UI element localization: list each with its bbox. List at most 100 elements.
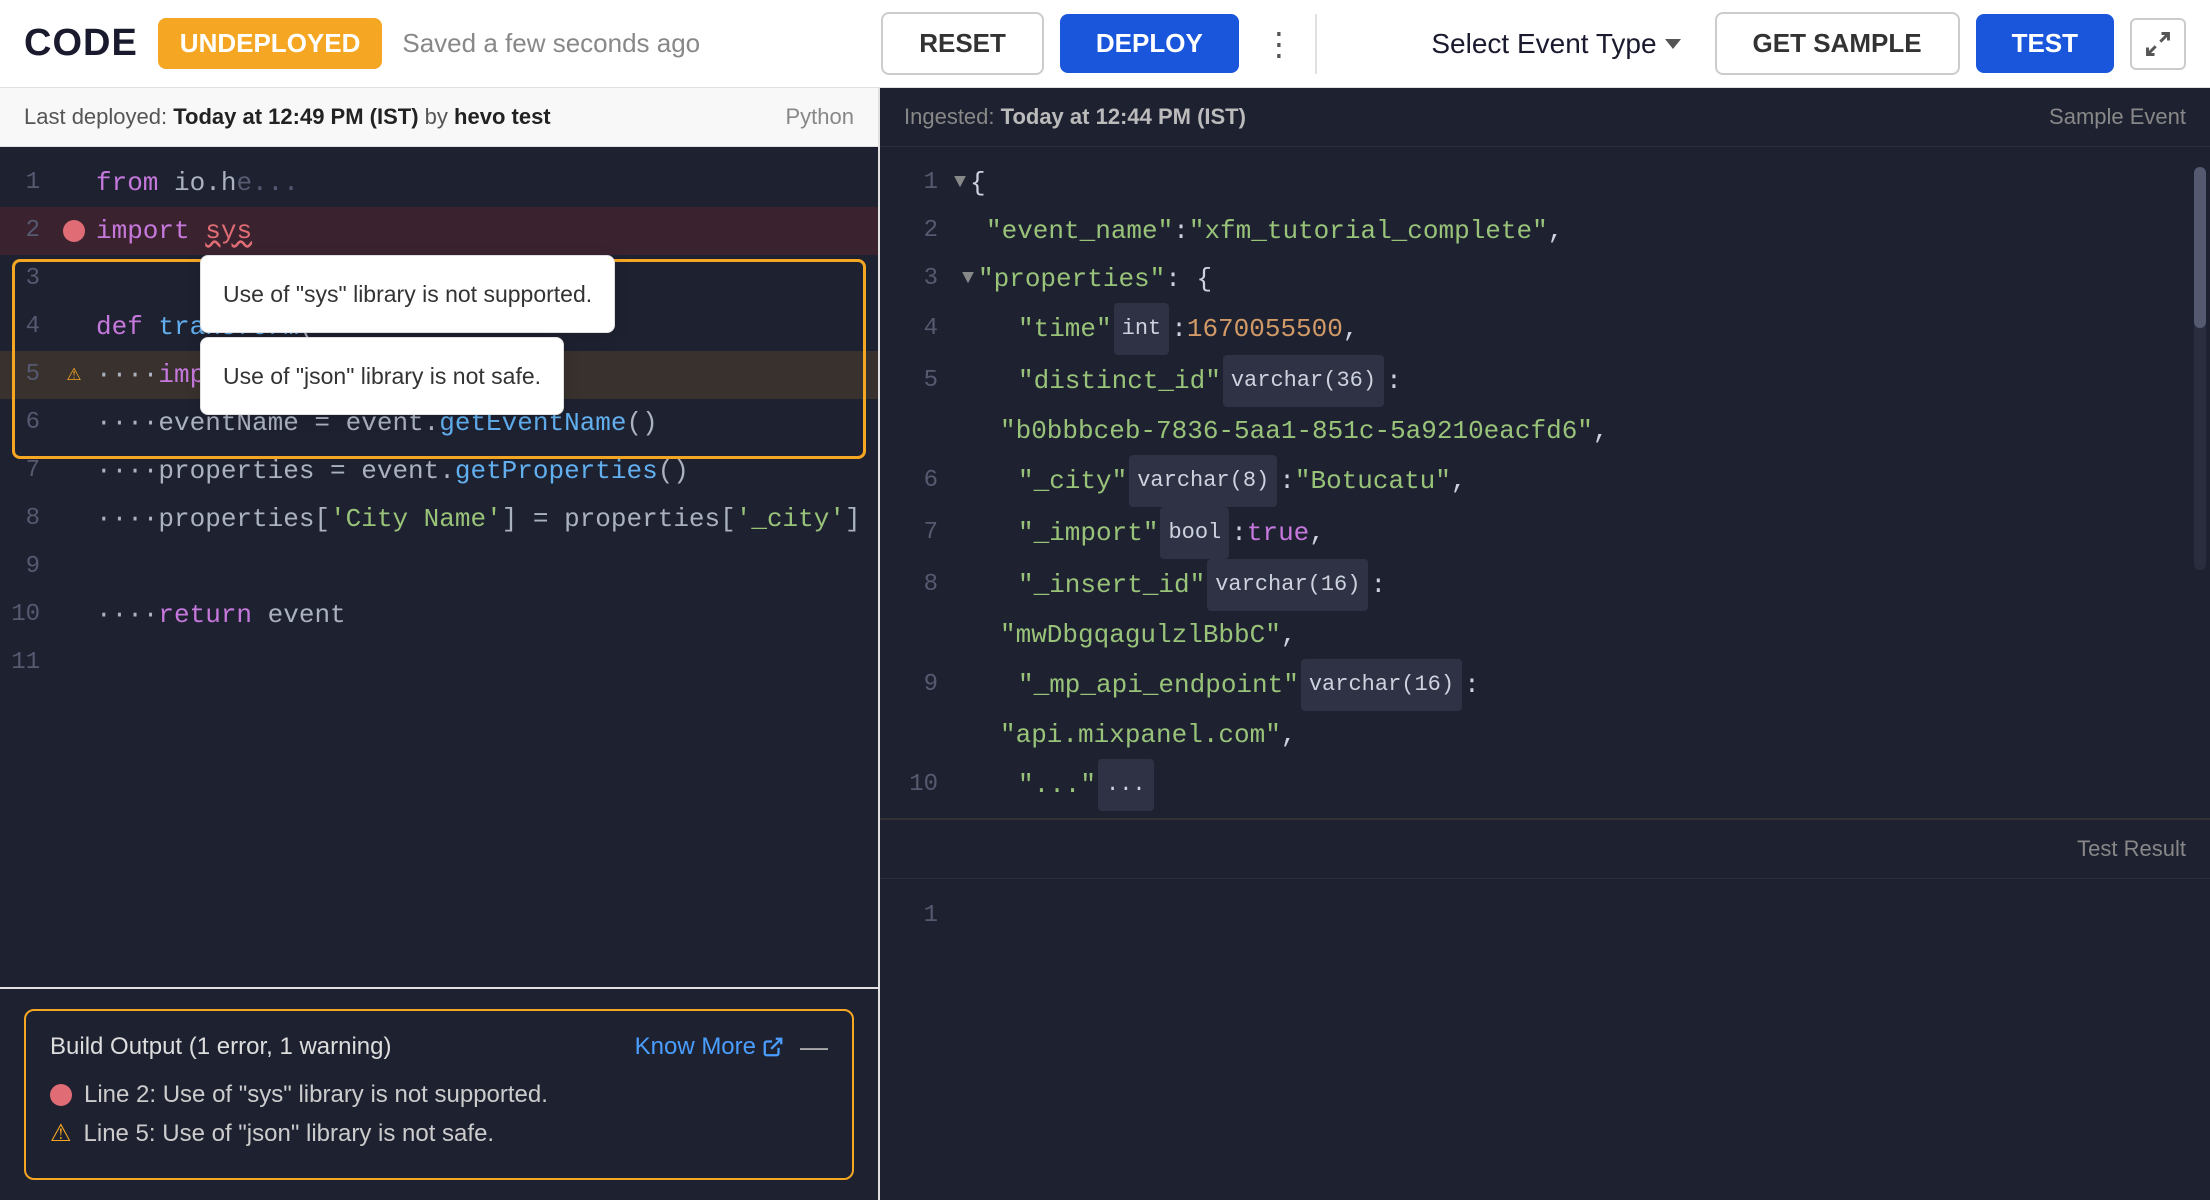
chevron-down-icon <box>1665 39 1681 49</box>
line-number-11: 11 <box>0 639 60 687</box>
divider <box>1315 14 1317 74</box>
left-panel: Last deployed: Today at 12:49 PM (IST) b… <box>0 88 880 1200</box>
json-line-10: 10 "..." ... <box>880 759 2210 811</box>
saved-text: Saved a few seconds ago <box>402 28 700 59</box>
test-result-header: Test Result <box>880 820 2210 879</box>
json-line-8b: "mwDbgqagulzlBbbC" , <box>880 611 2210 659</box>
code-line-1: 1 from io.he... <box>0 159 878 207</box>
external-link-icon <box>762 1036 784 1058</box>
test-button[interactable]: TEST <box>1976 14 2114 73</box>
line-number-7: 7 <box>0 447 60 495</box>
type-badge-int: int <box>1114 303 1170 355</box>
code-line-9: 9 <box>0 543 878 591</box>
json-viewer[interactable]: 1 ▼ { 2 "event_name" : "xfm_tutorial_com… <box>880 147 2210 818</box>
json-line-9b: "api.mixpanel.com" , <box>880 711 2210 759</box>
main-content: Last deployed: Today at 12:49 PM (IST) b… <box>0 88 2210 1200</box>
line-content-1: from io.he... <box>96 159 858 207</box>
code-line-7: 7 ····properties = event.getProperties() <box>0 447 878 495</box>
json-line-5: 5 "distinct_id" varchar(36) : <box>880 355 2210 407</box>
top-bar-right: Select Event Type GET SAMPLE TEST <box>1329 12 2186 75</box>
build-actions: Know More — <box>635 1031 828 1063</box>
build-output-section: Build Output (1 error, 1 warning) Know M… <box>0 987 878 1200</box>
type-badge-bool: bool <box>1160 507 1229 559</box>
line-number-4: 4 <box>0 303 60 351</box>
reset-button[interactable]: RESET <box>881 12 1044 75</box>
top-bar-center: RESET DEPLOY ⋮ <box>881 12 1303 75</box>
json-line-2: 2 "event_name" : "xfm_tutorial_complete"… <box>880 207 2210 255</box>
code-line-10: 10 ····return event <box>0 591 878 639</box>
deploy-button[interactable]: DEPLOY <box>1060 14 1239 73</box>
line-number-9: 9 <box>0 543 60 591</box>
line-content-11 <box>96 639 858 687</box>
last-deployed-text: Last deployed: Today at 12:49 PM (IST) b… <box>24 104 551 130</box>
top-bar-left: CODE UNDEPLOYED Saved a few seconds ago <box>24 18 881 69</box>
test-result-line-number: 1 <box>900 902 954 929</box>
type-badge-varchar16-2: varchar(16) <box>1301 659 1462 711</box>
build-warn-item: ⚠ Line 5: Use of "json" library is not s… <box>50 1119 828 1148</box>
build-output-panel: Build Output (1 error, 1 warning) Know M… <box>24 1009 854 1180</box>
warning-icon: ⚠ <box>67 351 81 399</box>
deployed-time: Today at 12:49 PM (IST) <box>173 104 418 129</box>
top-bar: CODE UNDEPLOYED Saved a few seconds ago … <box>0 0 2210 88</box>
json-line-4: 4 "time" int : 1670055500 , <box>880 303 2210 355</box>
type-badge-more: ... <box>1098 759 1154 811</box>
test-result-body: 1 <box>880 879 2210 1200</box>
deployed-user: hevo test <box>454 104 551 129</box>
build-output-title: Build Output (1 error, 1 warning) <box>50 1033 392 1061</box>
tooltip-sys-error: Use of "sys" library is not supported. <box>200 255 615 333</box>
line-content-10: ····return event <box>96 591 858 639</box>
json-line-3: 3 ▼ "properties" : { <box>880 255 2210 303</box>
collapse-build-button[interactable]: — <box>800 1031 828 1063</box>
select-event-type-label: Select Event Type <box>1431 28 1656 60</box>
line-number-10: 10 <box>0 591 60 639</box>
error-icon <box>50 1084 72 1106</box>
line-content-7: ····properties = event.getProperties() <box>96 447 858 495</box>
expand-button[interactable] <box>2130 18 2186 70</box>
ingested-time: Today at 12:44 PM (IST) <box>1001 104 1246 129</box>
sample-event-panel: Ingested: Today at 12:44 PM (IST) Sample… <box>880 88 2210 820</box>
json-line-8: 8 "_insert_id" varchar(16) : <box>880 559 2210 611</box>
select-event-type-dropdown[interactable]: Select Event Type <box>1413 18 1698 70</box>
code-label: CODE <box>24 22 138 65</box>
sample-event-label: Sample Event <box>2049 104 2186 130</box>
line-number-5: 5 <box>0 351 60 399</box>
sample-event-meta: Ingested: Today at 12:44 PM (IST) Sample… <box>880 88 2210 147</box>
json-line-9: 9 "_mp_api_endpoint" varchar(16) : <box>880 659 2210 711</box>
type-badge-varchar36: varchar(36) <box>1223 355 1384 407</box>
line-number-6: 6 <box>0 399 60 447</box>
test-result-label: Test Result <box>2077 836 2186 862</box>
left-panel-meta: Last deployed: Today at 12:49 PM (IST) b… <box>0 88 878 147</box>
line-content-8: ····properties['City Name'] = properties… <box>96 495 861 543</box>
more-options-button[interactable]: ⋮ <box>1255 25 1303 63</box>
line-number-1: 1 <box>0 159 60 207</box>
scrollbar-thumb <box>2194 167 2206 328</box>
line-content-2: import sys <box>96 207 858 255</box>
code-line-2: 2 import sys <box>0 207 878 255</box>
status-badge: UNDEPLOYED <box>158 18 383 69</box>
build-output-header: Build Output (1 error, 1 warning) Know M… <box>50 1031 828 1063</box>
type-badge-varchar16: varchar(16) <box>1207 559 1368 611</box>
json-line-5b: "b0bbbceb-7836-5aa1-851c-5a9210eacfd6" , <box>880 407 2210 455</box>
expand-icon <box>2144 30 2172 58</box>
warning-icon: ⚠ <box>50 1119 72 1148</box>
get-sample-button[interactable]: GET SAMPLE <box>1715 12 1960 75</box>
test-result-line-1: 1 <box>880 891 2210 939</box>
right-panel: Ingested: Today at 12:44 PM (IST) Sample… <box>880 88 2210 1200</box>
code-line-11: 11 <box>0 639 878 687</box>
code-line-8: 8 ····properties['City Name'] = properti… <box>0 495 878 543</box>
build-error-item: Line 2: Use of "sys" library is not supp… <box>50 1081 828 1109</box>
language-label: Python <box>786 104 855 130</box>
json-line-1: 1 ▼ { <box>880 159 2210 207</box>
code-editor[interactable]: Use of "sys" library is not supported. U… <box>0 147 878 987</box>
line-number-8: 8 <box>0 495 60 543</box>
scrollbar[interactable] <box>2194 167 2206 570</box>
json-line-7: 7 "_import" bool : true , <box>880 507 2210 559</box>
json-line-6: 6 "_city" varchar(8) : "Botucatu" , <box>880 455 2210 507</box>
type-badge-varchar8: varchar(8) <box>1129 455 1277 507</box>
test-result-panel: Test Result 1 <box>880 820 2210 1200</box>
line-number-2: 2 <box>0 207 60 255</box>
tooltip-json-warn: Use of "json" library is not safe. <box>200 337 564 415</box>
error-icon <box>63 220 85 242</box>
know-more-link[interactable]: Know More <box>635 1033 784 1061</box>
ingested-text: Ingested: Today at 12:44 PM (IST) <box>904 104 1246 130</box>
